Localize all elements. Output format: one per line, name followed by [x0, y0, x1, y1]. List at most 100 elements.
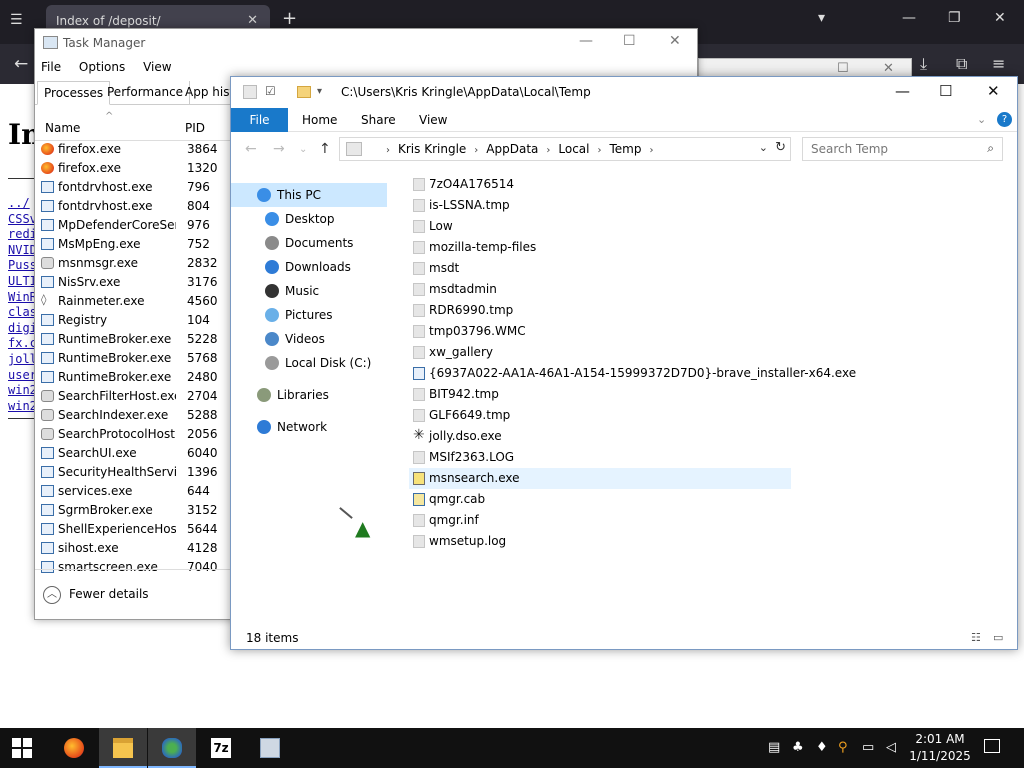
process-row[interactable]: ◊ Rainmeter.exe 4560 [35, 292, 231, 311]
ribbon-tab-view[interactable]: View [419, 108, 447, 132]
directory-link[interactable]: CSSv [8, 212, 34, 228]
taskbar-clock[interactable]: 2:01 AM 1/11/2025 [908, 731, 972, 765]
bookmark-item[interactable]: For [10, 92, 29, 106]
explorer-titlebar[interactable]: ☑ ▾ C:\Users\Kris Kringle\AppData\Local\… [231, 77, 1017, 107]
file-row[interactable]: BIT942.tmp [409, 384, 791, 405]
refresh-icon[interactable]: ↻ [775, 140, 786, 155]
file-row[interactable]: msdtadmin [409, 279, 791, 300]
directory-link[interactable]: NVID [8, 243, 34, 259]
file-row[interactable]: qmgr.inf [409, 510, 791, 531]
directory-link[interactable]: clas [8, 305, 34, 321]
process-row[interactable]: msnmsgr.exe 2832 [35, 254, 231, 273]
task-manager-titlebar[interactable]: Task Manager — ☐ ✕ [35, 29, 697, 57]
start-button[interactable] [12, 738, 32, 758]
explorer-minimize-button[interactable]: — [895, 82, 910, 100]
process-row[interactable]: sihost.exe 4128 [35, 539, 231, 558]
file-row[interactable]: 7zO4A176514 [409, 174, 791, 195]
tray-search-icon[interactable]: ⚲ [838, 740, 848, 755]
file-row[interactable]: mozilla-temp-files [409, 237, 791, 258]
directory-link[interactable]: ULTI [8, 274, 34, 290]
tray-network-icon[interactable]: ▭ [862, 740, 874, 755]
directory-link[interactable]: fx.c [8, 336, 34, 352]
tray-msn-icon[interactable]: ♣ [792, 740, 804, 755]
breadcrumb-item[interactable]: AppData [486, 142, 538, 156]
back-icon[interactable]: ← [245, 141, 257, 157]
col-pid-header[interactable]: PID [185, 121, 205, 135]
ribbon-tab-file[interactable]: File [231, 108, 288, 132]
ribbon-tab-home[interactable]: Home [302, 108, 337, 132]
address-bar[interactable]: › Kris Kringle › AppData › Local › Temp › ⌄ ↻ [339, 137, 791, 161]
file-row[interactable]: MSIf2363.LOG [409, 447, 791, 468]
directory-link[interactable]: user [8, 368, 34, 384]
process-row[interactable]: SearchUI.exe 6040 [35, 444, 231, 463]
directory-link[interactable]: redi [8, 227, 34, 243]
background-maximize-icon[interactable]: ☐ [837, 61, 849, 76]
nav-item-documents[interactable]: Documents [259, 231, 361, 255]
process-row[interactable]: RuntimeBroker.exe 5228 [35, 330, 231, 349]
breadcrumb-chevron-icon[interactable]: › [546, 145, 550, 156]
nav-item-pictures[interactable]: Pictures [259, 303, 341, 327]
file-row[interactable]: RDR6990.tmp [409, 300, 791, 321]
breadcrumb-item[interactable]: Temp [610, 142, 642, 156]
address-dropdown-icon[interactable]: ⌄ [759, 141, 768, 154]
forward-icon[interactable]: → [273, 141, 285, 157]
process-row[interactable]: RuntimeBroker.exe 2480 [35, 368, 231, 387]
new-tab-button[interactable]: + [282, 8, 297, 29]
help-icon[interactable]: ? [997, 112, 1012, 127]
directory-link[interactable]: win2 [8, 383, 34, 399]
taskbar-task-manager[interactable] [246, 728, 294, 768]
breadcrumb-chevron-icon[interactable]: › [649, 145, 653, 156]
tab-close-icon[interactable]: ✕ [247, 13, 258, 28]
nav-item-desktop[interactable]: Desktop [259, 207, 343, 231]
nav-item-this-pc[interactable]: This PC [231, 183, 387, 207]
nav-item-libraries[interactable]: Libraries [251, 383, 337, 407]
file-row[interactable]: Low [409, 216, 791, 237]
process-row[interactable]: MpDefenderCoreSer... 976 [35, 216, 231, 235]
directory-link[interactable]: WinR [8, 290, 34, 306]
tm-menu-options[interactable]: Options [79, 60, 125, 74]
process-row[interactable]: MsMpEng.exe 752 [35, 235, 231, 254]
process-row[interactable]: SecurityHealthServic... 1396 [35, 463, 231, 482]
tab-list-icon[interactable]: ☰ [10, 12, 23, 28]
breadcrumb-item[interactable]: Kris Kringle [398, 142, 466, 156]
back-arrow-icon[interactable]: ← [14, 54, 28, 74]
col-name-header[interactable]: Name [45, 121, 80, 135]
nav-item-network[interactable]: Network [251, 415, 335, 439]
tab-performance[interactable]: Performance [101, 81, 191, 105]
ribbon-tab-share[interactable]: Share [361, 108, 396, 132]
app-menu-icon[interactable]: ≡ [992, 54, 1005, 73]
file-row[interactable]: ✳ jolly.dso.exe [409, 426, 791, 447]
file-row[interactable]: tmp03796.WMC [409, 321, 791, 342]
nav-item-local-disk[interactable]: Local Disk (C:) [259, 351, 379, 375]
directory-link[interactable]: ../ [8, 196, 34, 212]
chevron-up-icon[interactable]: ︿ [43, 586, 61, 604]
taskbar-7zip[interactable]: 7z [197, 728, 245, 768]
tray-app-icon[interactable]: ▤ [768, 740, 780, 755]
file-row[interactable]: qmgr.cab [409, 489, 791, 510]
action-center-icon[interactable] [984, 739, 1000, 753]
up-icon[interactable]: ↑ [319, 141, 331, 157]
nav-item-downloads[interactable]: Downloads [259, 255, 359, 279]
explorer-close-button[interactable]: ✕ [987, 82, 1000, 100]
extensions-icon[interactable]: ⧉ [956, 54, 967, 74]
explorer-maximize-button[interactable]: ☐ [939, 82, 952, 100]
tm-maximize-button[interactable]: ☐ [623, 33, 636, 49]
details-view-icon[interactable]: ☷ [971, 631, 981, 644]
process-row[interactable]: SearchFilterHost.exe 2704 [35, 387, 231, 406]
process-row[interactable]: services.exe 644 [35, 482, 231, 501]
new-folder-icon[interactable] [297, 86, 311, 98]
list-all-tabs-icon[interactable]: ▾ [818, 10, 825, 26]
nav-item-videos[interactable]: Videos [259, 327, 333, 351]
tab-processes[interactable]: Processes [37, 81, 111, 105]
process-row[interactable]: Registry 104 [35, 311, 231, 330]
file-row[interactable]: xw_gallery [409, 342, 791, 363]
directory-link[interactable]: Puss [8, 258, 34, 274]
tray-rainmeter-icon[interactable]: ♦ [816, 740, 828, 755]
process-row[interactable]: fontdrvhost.exe 804 [35, 197, 231, 216]
file-row[interactable]: GLF6649.tmp [409, 405, 791, 426]
file-row[interactable]: msnsearch.exe [409, 468, 791, 489]
nav-item-music[interactable]: Music [259, 279, 327, 303]
file-row[interactable]: {6937A022-AA1A-46A1-A154-15999372D7D0}-b… [409, 363, 856, 384]
file-row[interactable]: is-LSSNA.tmp [409, 195, 791, 216]
process-row[interactable]: fontdrvhost.exe 796 [35, 178, 231, 197]
